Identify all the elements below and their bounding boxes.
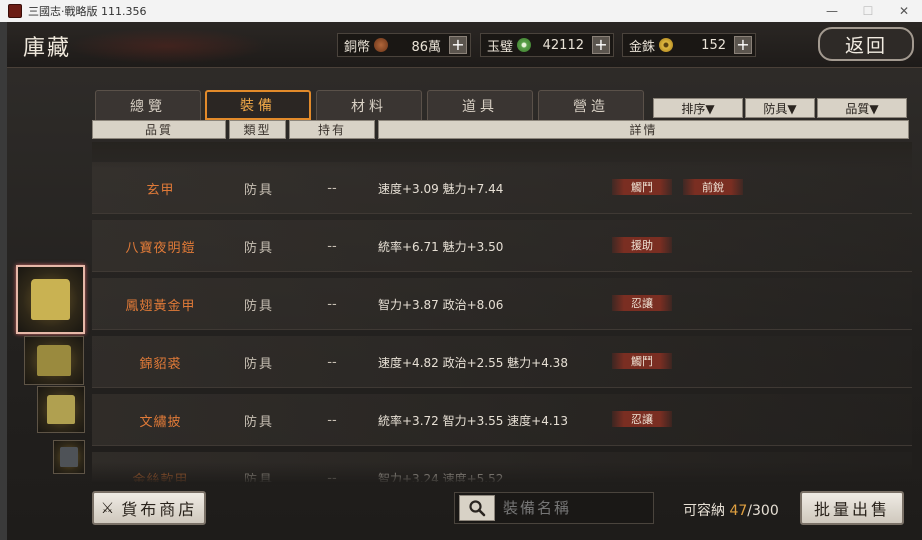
item-stats: 統率+3.72 智力+3.55 速度+4.13 — [378, 413, 568, 428]
table-row[interactable]: 鳳翅黃金甲 防具 -- 智力+3.87 政治+8.06 忍讓 — [92, 278, 912, 330]
skill-tag: 觸鬥 — [612, 353, 672, 369]
item-stats: 速度+3.09 魅力+7.44 — [378, 181, 504, 196]
item-name: 八寶夜明鎧 — [125, 240, 196, 256]
minimize-button[interactable]: — — [814, 0, 850, 22]
page-title: 庫藏 — [23, 36, 72, 61]
bulk-sell-button[interactable]: 批量出售 — [800, 491, 904, 525]
quality-filter-dropdown[interactable]: 品質▼ — [817, 98, 907, 118]
currency-amount: 42112 — [542, 37, 584, 53]
capacity-counter: 可容納 47/300 — [683, 500, 779, 520]
copper-coin-icon — [374, 38, 389, 52]
skill-tag: 忍讓 — [612, 295, 672, 311]
item-stats: 速度+4.82 政治+2.55 魅力+4.38 — [378, 355, 568, 370]
currency-amount: 86萬 — [411, 39, 441, 55]
equipment-thumb-selected[interactable] — [16, 265, 85, 334]
item-type: 防具 — [243, 298, 274, 314]
currency-jade: 玉璧 42112 + — [480, 33, 614, 57]
table-row[interactable]: 玄甲 防具 -- 速度+3.09 魅力+7.44 觸鬥 前銳 — [92, 162, 912, 214]
armor-icon — [60, 446, 78, 468]
currency-amount: 152 — [701, 37, 726, 53]
item-held: -- — [327, 296, 337, 312]
column-header-details: 詳情 — [378, 120, 909, 139]
back-button[interactable]: 返回 — [818, 27, 914, 61]
window-title: 三國志·戰略版 111.356 — [28, 5, 147, 18]
item-name: 玄甲 — [146, 182, 175, 198]
currency-copper: 銅幣 86萬 + — [337, 33, 471, 57]
currency-label: 玉璧 — [487, 39, 514, 55]
skill-tag: 觸鬥 — [612, 179, 672, 195]
column-header-type[interactable]: 類型 — [229, 120, 286, 139]
shop-button[interactable]: ⚔ 貨布商店 — [92, 491, 206, 525]
gold-coin-icon — [659, 38, 674, 52]
top-bar: 庫藏 銅幣 86萬 + 玉璧 42112 + 金銖 152 + 返回 — [7, 22, 922, 68]
left-edge-strip — [0, 22, 7, 540]
item-stats: 智力+3.87 政治+8.06 — [378, 297, 504, 312]
search-icon — [469, 500, 486, 517]
equipment-thumb[interactable] — [53, 440, 85, 474]
armor-icon — [36, 345, 72, 376]
item-stats: 統率+6.71 魅力+3.50 — [378, 239, 504, 254]
tab-equipment[interactable]: 裝備 — [205, 90, 311, 120]
armor-filter-dropdown[interactable]: 防具▼ — [745, 98, 815, 118]
item-type: 防具 — [243, 414, 274, 430]
search-button[interactable] — [459, 495, 495, 521]
capacity-prefix: 可容納 — [683, 503, 730, 519]
item-held: -- — [327, 180, 337, 196]
search-input[interactable] — [503, 499, 643, 517]
game-window: 三國志·戰略版 111.356 — ☐ ✕ 庫藏 銅幣 86萬 + 玉璧 421… — [0, 0, 922, 540]
currency-label: 金銖 — [629, 39, 656, 55]
close-button[interactable]: ✕ — [886, 0, 922, 22]
shop-button-label: 貨布商店 — [121, 500, 198, 519]
storage-screen: 庫藏 銅幣 86萬 + 玉璧 42112 + 金銖 152 + 返回 總覽 裝備… — [7, 22, 922, 540]
add-copper-button[interactable]: + — [449, 36, 467, 54]
jade-coin-icon — [517, 38, 532, 52]
armor-icon — [47, 395, 75, 424]
item-held: -- — [327, 412, 337, 428]
list-top-fade — [92, 142, 912, 168]
equipment-thumb[interactable] — [24, 336, 84, 385]
cloud-ornament — [67, 28, 267, 64]
tab-overview[interactable]: 總覽 — [95, 90, 201, 120]
item-name: 錦貂裘 — [139, 356, 182, 372]
tab-construction[interactable]: 營造 — [538, 90, 644, 120]
os-titlebar: 三國志·戰略版 111.356 — ☐ ✕ — [0, 0, 922, 22]
tab-items[interactable]: 道具 — [427, 90, 533, 120]
skill-tag: 援助 — [612, 237, 672, 253]
item-held: -- — [327, 238, 337, 254]
sort-dropdown[interactable]: 排序▼ — [653, 98, 743, 118]
maximize-button[interactable]: ☐ — [850, 0, 886, 22]
app-icon — [8, 4, 22, 18]
add-jade-button[interactable]: + — [592, 36, 610, 54]
list-bottom-fade — [92, 462, 912, 484]
sword-icon: ⚔ — [100, 499, 118, 517]
item-type: 防具 — [243, 182, 274, 198]
search-bar — [454, 492, 654, 524]
equipment-list[interactable]: 玄甲 防具 -- 速度+3.09 魅力+7.44 觸鬥 前銳 八寶夜明鎧 防具 … — [92, 142, 912, 482]
capacity-current: 47 — [729, 503, 748, 519]
currency-label: 銅幣 — [344, 39, 371, 55]
skill-tag: 前銳 — [683, 179, 743, 195]
column-header-quality[interactable]: 品質 — [92, 120, 226, 139]
skill-tag: 忍讓 — [612, 411, 672, 427]
item-name: 鳳翅黃金甲 — [125, 298, 196, 314]
item-held: -- — [327, 354, 337, 370]
equipment-thumb[interactable] — [37, 386, 85, 433]
item-name: 文繡披 — [139, 414, 182, 430]
item-type: 防具 — [243, 240, 274, 256]
table-row[interactable]: 錦貂裘 防具 -- 速度+4.82 政治+2.55 魅力+4.38 觸鬥 — [92, 336, 912, 388]
table-row[interactable]: 八寶夜明鎧 防具 -- 統率+6.71 魅力+3.50 援助 — [92, 220, 912, 272]
table-row[interactable]: 文繡披 防具 -- 統率+3.72 智力+3.55 速度+4.13 忍讓 — [92, 394, 912, 446]
capacity-max: 300 — [752, 503, 779, 519]
column-header-held[interactable]: 持有 — [289, 120, 375, 139]
add-gold-button[interactable]: + — [734, 36, 752, 54]
item-type: 防具 — [243, 356, 274, 372]
currency-gold: 金銖 152 + — [622, 33, 756, 57]
armor-icon — [31, 278, 70, 321]
tab-materials[interactable]: 材料 — [316, 90, 422, 120]
